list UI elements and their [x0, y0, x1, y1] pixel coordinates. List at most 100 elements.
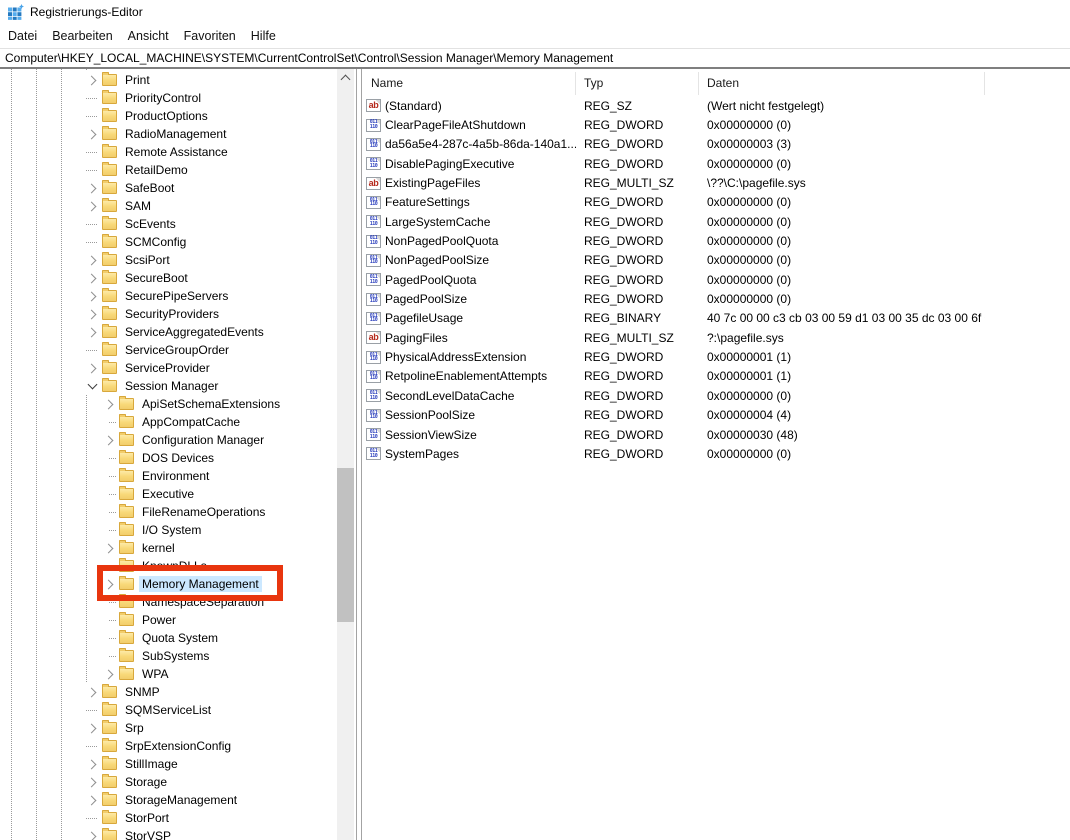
tree-item-prioritycontrol[interactable]: PriorityControl [0, 89, 337, 107]
registry-value-row[interactable]: 011110PagefileUsageREG_BINARY40 7c 00 00… [363, 309, 1070, 328]
registry-value-row[interactable]: abPagingFilesREG_MULTI_SZ?:\pagefile.sys [363, 328, 1070, 347]
value-name-cell[interactable]: 011110PhysicalAddressExtension [363, 350, 576, 364]
tree-item-memory-management[interactable]: Memory Management [0, 575, 337, 593]
value-name-cell[interactable]: 011110SecondLevelDataCache [363, 389, 576, 403]
address-path[interactable]: Computer\HKEY_LOCAL_MACHINE\SYSTEM\Curre… [0, 51, 613, 65]
chevron-right-icon[interactable] [103, 669, 113, 679]
tree-item-radiomanagement[interactable]: RadioManagement [0, 125, 337, 143]
chevron-right-icon[interactable] [86, 255, 96, 265]
value-name-cell[interactable]: 011110FeatureSettings [363, 195, 576, 209]
chevron-right-icon[interactable] [86, 723, 96, 733]
chevron-right-icon[interactable] [103, 579, 113, 589]
tree-item-kernel[interactable]: kernel [0, 539, 337, 557]
registry-value-row[interactable]: 011110NonPagedPoolSizeREG_DWORD0x0000000… [363, 251, 1070, 270]
menu-item-favoriten[interactable]: Favoriten [184, 29, 236, 43]
value-name-cell[interactable]: 011110SessionPoolSize [363, 408, 576, 422]
registry-value-row[interactable]: 011110DisablePagingExecutiveREG_DWORD0x0… [363, 154, 1070, 173]
scrollbar-up-arrow-icon[interactable] [337, 69, 354, 86]
chevron-right-icon[interactable] [86, 795, 96, 805]
registry-value-row[interactable]: 011110LargeSystemCacheREG_DWORD0x0000000… [363, 212, 1070, 231]
registry-value-row[interactable]: 011110SessionPoolSizeREG_DWORD0x00000004… [363, 406, 1070, 425]
registry-value-row[interactable]: 011110PhysicalAddressExtensionREG_DWORD0… [363, 347, 1070, 366]
tree-item-scevents[interactable]: ScEvents [0, 215, 337, 233]
value-name-cell[interactable]: 011110PagefileUsage [363, 311, 576, 325]
tree-item-storage[interactable]: Storage [0, 773, 337, 791]
value-name-cell[interactable]: 011110NonPagedPoolQuota [363, 234, 576, 248]
tree-item-storvsp[interactable]: StorVSP [0, 827, 337, 840]
registry-value-row[interactable]: abExistingPageFilesREG_MULTI_SZ\??\C:\pa… [363, 173, 1070, 192]
tree-item-storagemanagement[interactable]: StorageManagement [0, 791, 337, 809]
chevron-right-icon[interactable] [86, 687, 96, 697]
chevron-right-icon[interactable] [86, 75, 96, 85]
registry-value-row[interactable]: 011110SessionViewSizeREG_DWORD0x00000030… [363, 425, 1070, 444]
tree-item-apisetschemaextensions[interactable]: ApiSetSchemaExtensions [0, 395, 337, 413]
tree-item-srpextensionconfig[interactable]: SrpExtensionConfig [0, 737, 337, 755]
value-name-cell[interactable]: 011110NonPagedPoolSize [363, 253, 576, 267]
tree-item-dos-devices[interactable]: DOS Devices [0, 449, 337, 467]
tree-item-srp[interactable]: Srp [0, 719, 337, 737]
value-name-cell[interactable]: abExistingPageFiles [363, 176, 576, 190]
tree-item-environment[interactable]: Environment [0, 467, 337, 485]
chevron-right-icon[interactable] [86, 201, 96, 211]
registry-value-row[interactable]: 011110SecondLevelDataCacheREG_DWORD0x000… [363, 386, 1070, 405]
chevron-right-icon[interactable] [86, 327, 96, 337]
tree-item-session-manager[interactable]: Session Manager [0, 377, 337, 395]
registry-value-row[interactable]: 011110SystemPagesREG_DWORD0x00000000 (0) [363, 444, 1070, 463]
tree-item-namespaceseparation[interactable]: NamespaceSeparation [0, 593, 337, 611]
chevron-right-icon[interactable] [86, 759, 96, 769]
menu-item-datei[interactable]: Datei [8, 29, 37, 43]
chevron-down-icon[interactable] [87, 380, 97, 390]
tree-item-servicegrouporder[interactable]: ServiceGroupOrder [0, 341, 337, 359]
tree-item-stillimage[interactable]: StillImage [0, 755, 337, 773]
registry-value-row[interactable]: 011110PagedPoolQuotaREG_DWORD0x00000000 … [363, 270, 1070, 289]
value-name-cell[interactable]: abPagingFiles [363, 331, 576, 345]
value-name-cell[interactable]: 011110RetpolineEnablementAttempts [363, 369, 576, 383]
address-bar[interactable]: Computer\HKEY_LOCAL_MACHINE\SYSTEM\Curre… [0, 48, 1070, 69]
tree-item-securepipeservers[interactable]: SecurePipeServers [0, 287, 337, 305]
tree-item-configuration-manager[interactable]: Configuration Manager [0, 431, 337, 449]
tree-item-i-o-system[interactable]: I/O System [0, 521, 337, 539]
tree-item-quota-system[interactable]: Quota System [0, 629, 337, 647]
tree-item-scmconfig[interactable]: SCMConfig [0, 233, 337, 251]
chevron-right-icon[interactable] [86, 291, 96, 301]
tree-item-serviceaggregatedevents[interactable]: ServiceAggregatedEvents [0, 323, 337, 341]
registry-value-row[interactable]: ab(Standard)REG_SZ(Wert nicht festgelegt… [363, 96, 1070, 115]
tree-item-scsiport[interactable]: ScsiPort [0, 251, 337, 269]
value-name-cell[interactable]: 011110SystemPages [363, 447, 576, 461]
chevron-right-icon[interactable] [86, 831, 96, 840]
tree-item-sam[interactable]: SAM [0, 197, 337, 215]
tree-item-remote-assistance[interactable]: Remote Assistance [0, 143, 337, 161]
chevron-right-icon[interactable] [86, 777, 96, 787]
tree-item-snmp[interactable]: SNMP [0, 683, 337, 701]
menu-item-hilfe[interactable]: Hilfe [251, 29, 276, 43]
value-name-cell[interactable]: 011110DisablePagingExecutive [363, 157, 576, 171]
tree-item-subsystems[interactable]: SubSystems [0, 647, 337, 665]
tree-item-productoptions[interactable]: ProductOptions [0, 107, 337, 125]
chevron-right-icon[interactable] [103, 543, 113, 553]
tree-item-appcompatcache[interactable]: AppCompatCache [0, 413, 337, 431]
chevron-right-icon[interactable] [103, 399, 113, 409]
tree-item-power[interactable]: Power [0, 611, 337, 629]
chevron-right-icon[interactable] [86, 273, 96, 283]
chevron-right-icon[interactable] [86, 129, 96, 139]
tree-item-retaildemo[interactable]: RetailDemo [0, 161, 337, 179]
tree-scrollbar[interactable] [337, 69, 354, 840]
scrollbar-thumb[interactable] [337, 468, 354, 622]
tree-item-knowndlls[interactable]: KnownDLLs [0, 557, 337, 575]
value-name-cell[interactable]: 011110PagedPoolSize [363, 292, 576, 306]
chevron-right-icon[interactable] [86, 183, 96, 193]
chevron-right-icon[interactable] [86, 309, 96, 319]
column-header-typ[interactable]: Typ [576, 72, 699, 95]
registry-value-row[interactable]: 011110da56a5e4-287c-4a5b-86da-140a1...RE… [363, 135, 1070, 154]
value-name-cell[interactable]: 011110LargeSystemCache [363, 215, 576, 229]
panel-splitter[interactable] [356, 69, 362, 840]
tree-item-print[interactable]: Print [0, 71, 337, 89]
tree-item-executive[interactable]: Executive [0, 485, 337, 503]
registry-value-row[interactable]: 011110PagedPoolSizeREG_DWORD0x00000000 (… [363, 289, 1070, 308]
column-header-daten[interactable]: Daten [699, 72, 985, 95]
column-header-name[interactable]: Name [363, 72, 576, 95]
tree-item-securityproviders[interactable]: SecurityProviders [0, 305, 337, 323]
tree-item-wpa[interactable]: WPA [0, 665, 337, 683]
tree-item-sqmservicelist[interactable]: SQMServiceList [0, 701, 337, 719]
value-name-cell[interactable]: ab(Standard) [363, 99, 576, 113]
